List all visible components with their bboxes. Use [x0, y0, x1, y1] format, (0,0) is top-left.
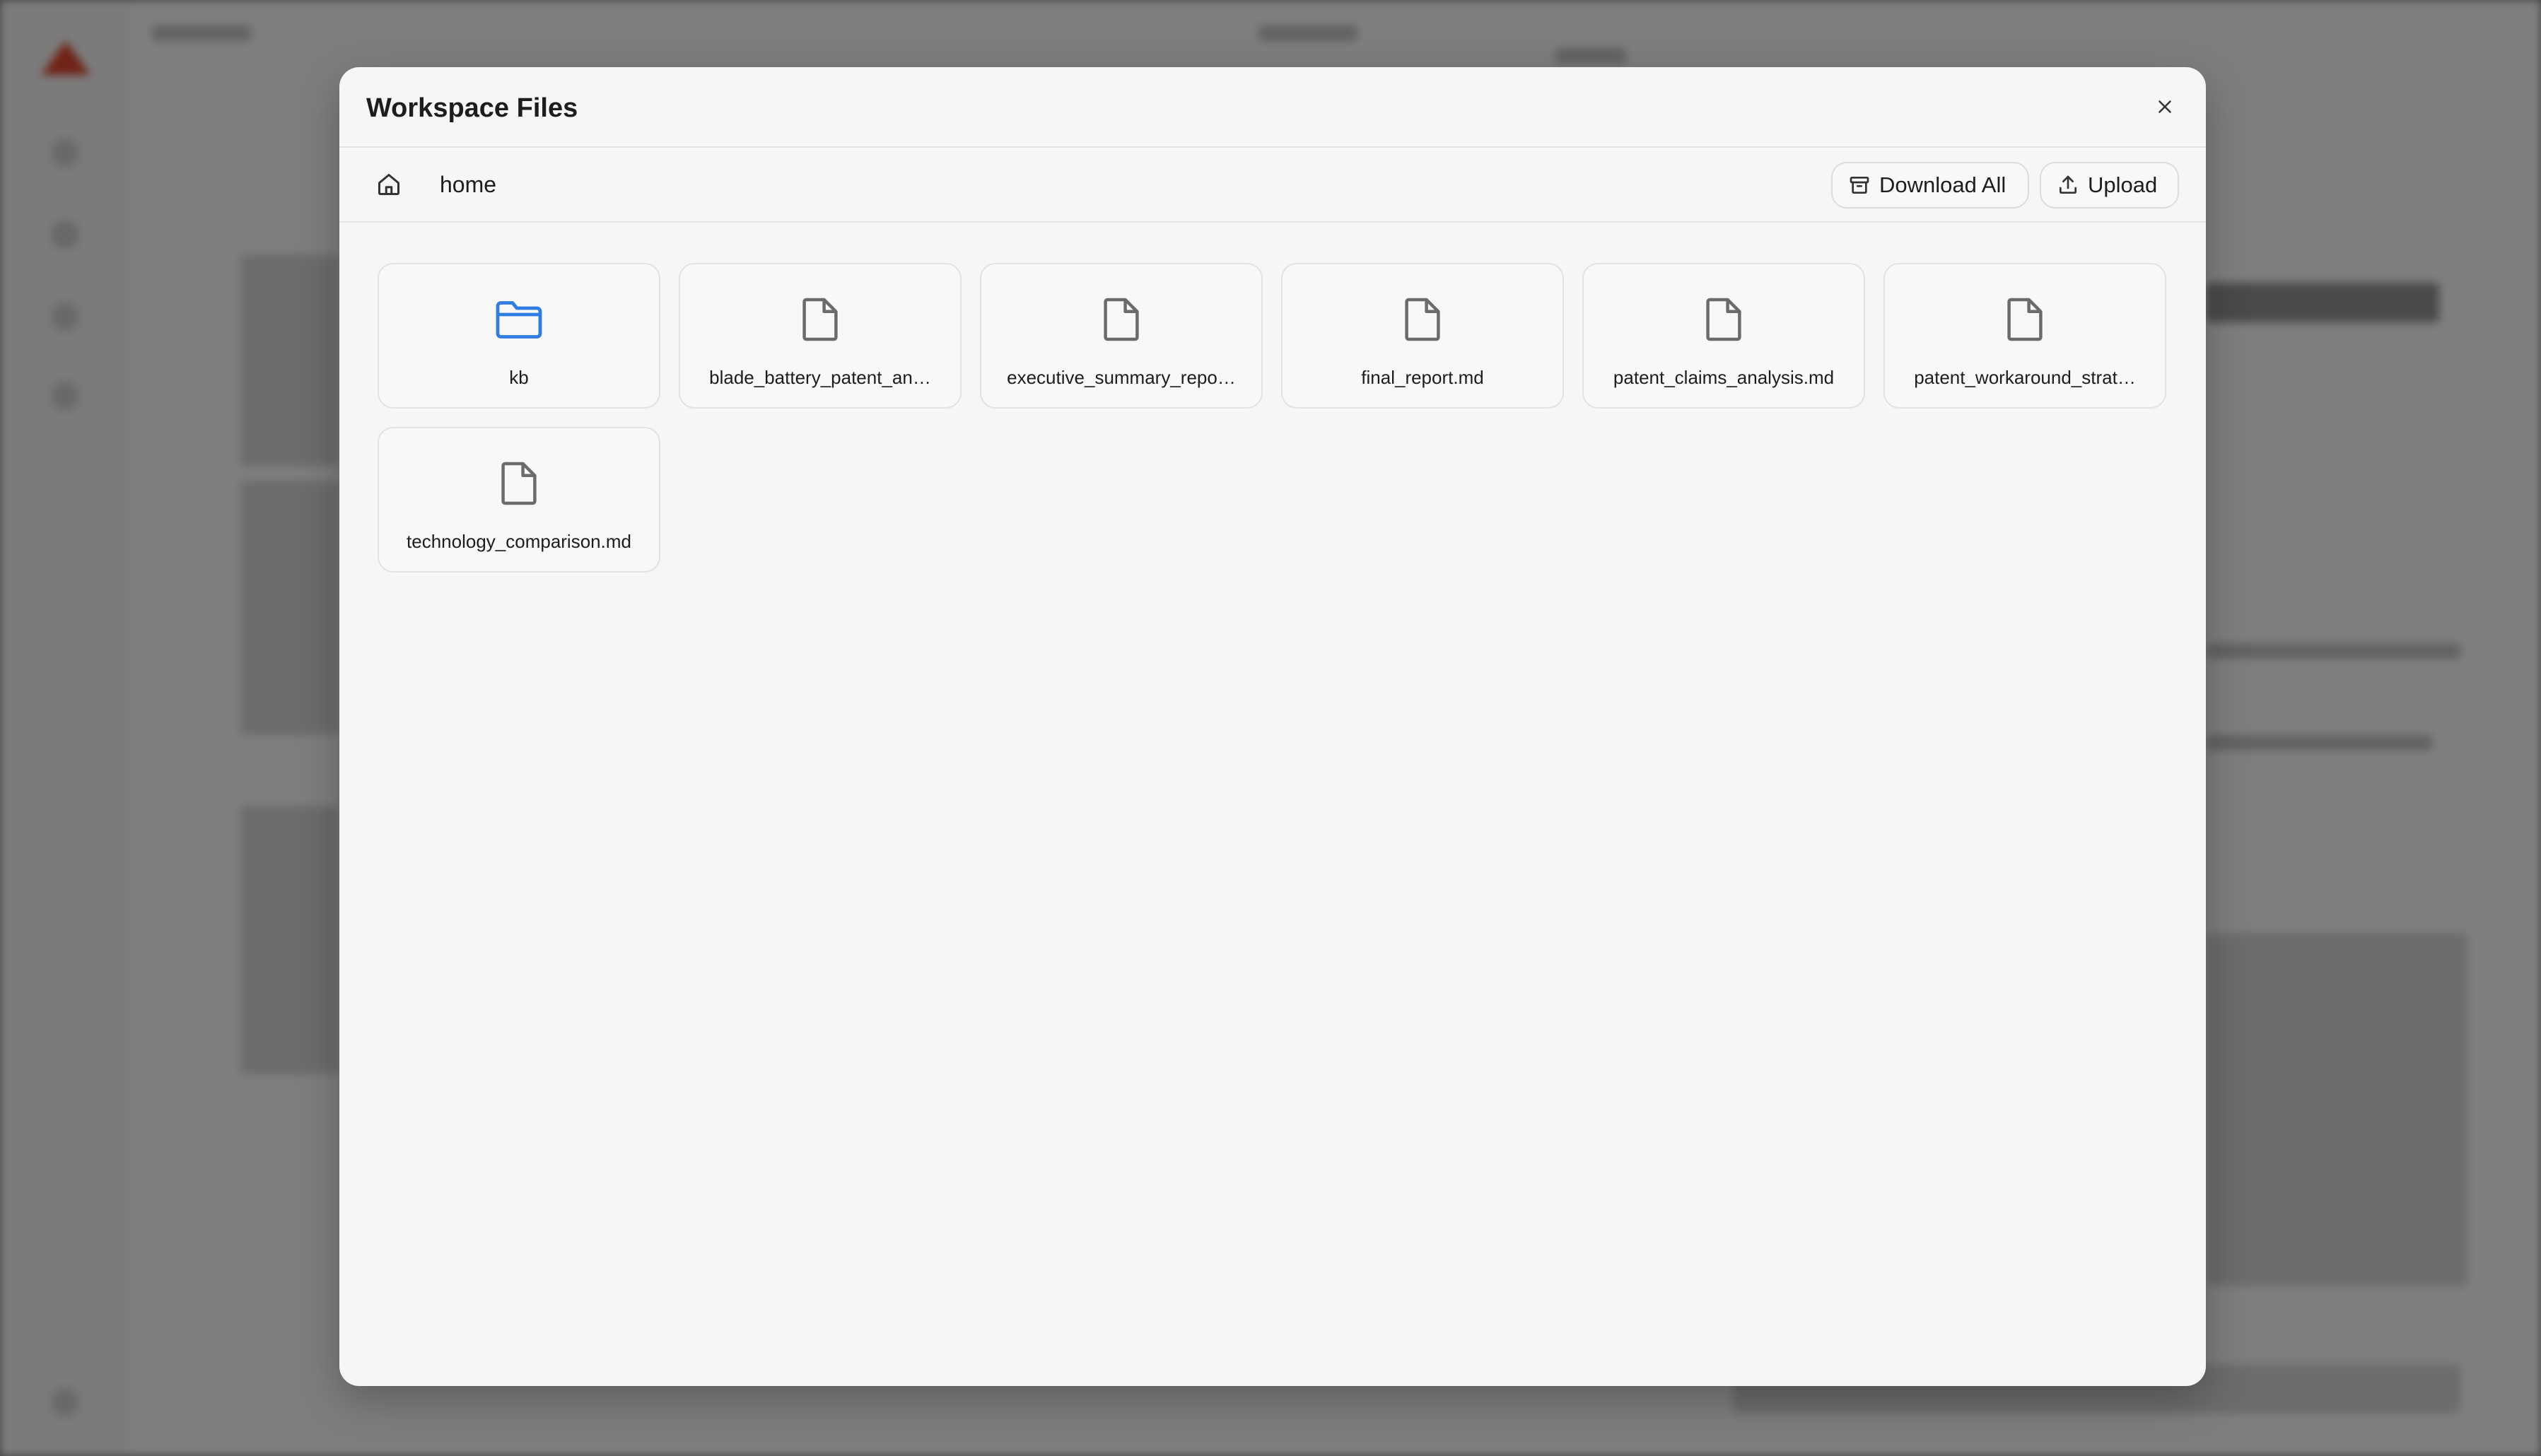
- dialog-title: Workspace Files: [366, 93, 578, 123]
- file-item[interactable]: executive_summary_repo…: [980, 263, 1263, 409]
- file-name: patent_workaround_strat…: [1914, 367, 2136, 388]
- file-name: patent_claims_analysis.md: [1613, 367, 1835, 388]
- workspace-files-dialog: Workspace Files home Download All Upload…: [339, 67, 2206, 1386]
- close-icon: [2159, 100, 2171, 113]
- folder-icon: [496, 301, 542, 339]
- file-item[interactable]: patent_workaround_strat…: [1883, 263, 2166, 409]
- file-item[interactable]: final_report.md: [1281, 263, 1564, 409]
- file-icon: [802, 298, 838, 341]
- breadcrumb[interactable]: home: [440, 170, 496, 199]
- home-icon: [378, 174, 399, 195]
- file-icon: [1104, 298, 1139, 341]
- file-name: kb: [509, 367, 529, 388]
- dialog-header: Workspace Files: [339, 67, 2206, 148]
- file-item[interactable]: patent_claims_analysis.md: [1582, 263, 1865, 409]
- file-icon: [2007, 298, 2043, 341]
- file-name: technology_comparison.md: [407, 531, 631, 552]
- file-item[interactable]: technology_comparison.md: [378, 427, 660, 573]
- file-icon: [1405, 298, 1440, 341]
- close-button[interactable]: [2145, 87, 2185, 127]
- home-button[interactable]: [373, 169, 404, 200]
- download-all-label: Download All: [1879, 172, 2006, 197]
- upload-label: Upload: [2088, 172, 2158, 197]
- download-all-button[interactable]: Download All: [1831, 162, 2029, 209]
- folder-item[interactable]: kb: [378, 263, 660, 409]
- file-name: blade_battery_patent_an…: [709, 367, 931, 388]
- file-icon: [1706, 298, 1741, 341]
- file-icon: [501, 462, 537, 505]
- file-item[interactable]: blade_battery_patent_an…: [679, 263, 962, 409]
- file-toolbar: home Download All Upload: [339, 148, 2206, 223]
- archive-icon: [1850, 177, 1869, 194]
- file-name: final_report.md: [1361, 367, 1484, 388]
- upload-icon: [2060, 175, 2076, 194]
- upload-button[interactable]: Upload: [2040, 162, 2179, 209]
- file-name: executive_summary_repo…: [1007, 367, 1236, 388]
